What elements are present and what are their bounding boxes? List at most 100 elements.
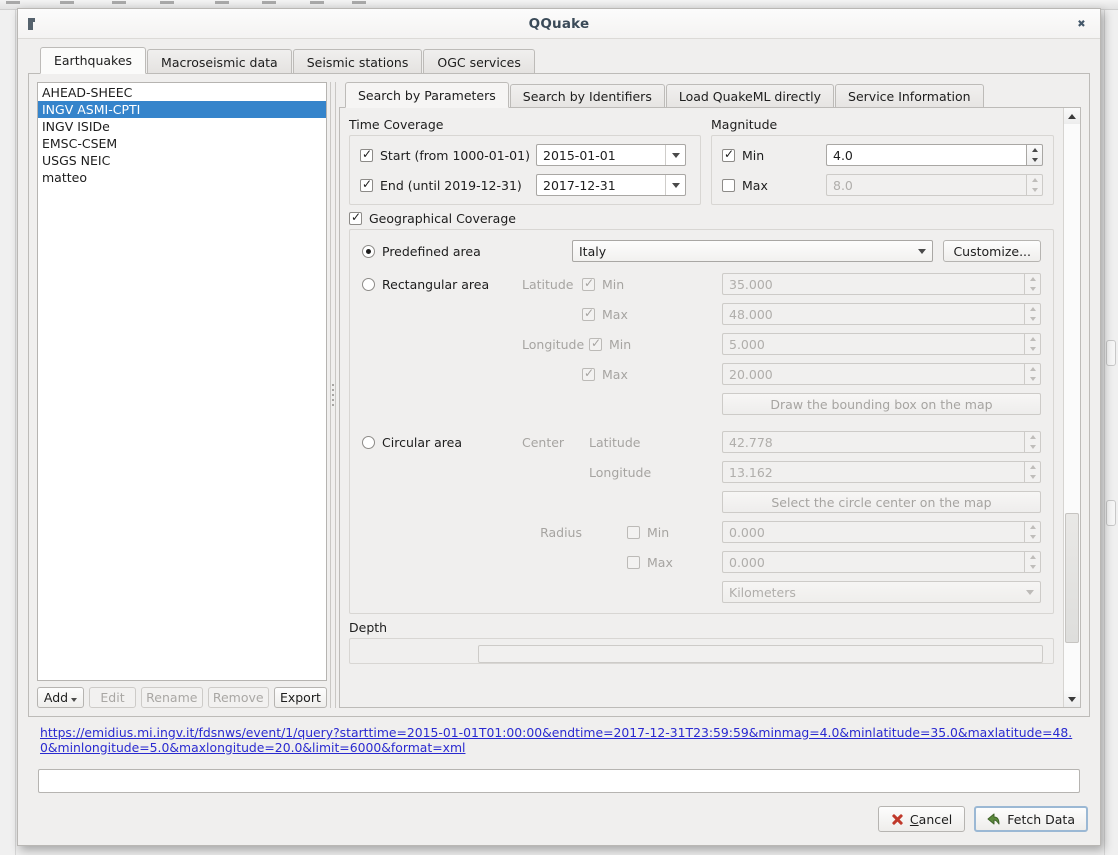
rect-lon-min-value[interactable]: 5.000 — [722, 333, 1024, 355]
stepper-up-icon[interactable] — [1025, 334, 1040, 344]
rect-lat-max-stepper[interactable] — [1024, 303, 1041, 325]
stepper-up-icon[interactable] — [1025, 364, 1040, 374]
rect-lon-max-checkbox[interactable] — [582, 368, 595, 381]
stepper-down-icon[interactable] — [1025, 284, 1040, 294]
scroll-up-icon[interactable] — [1064, 108, 1080, 124]
tab-ogc-services[interactable]: OGC services — [423, 49, 535, 74]
magnitude-min-checkbox[interactable] — [722, 149, 735, 162]
stepper-up-icon[interactable] — [1025, 274, 1040, 284]
stepper-down-icon[interactable] — [1025, 532, 1040, 542]
tab-earthquakes[interactable]: Earthquakes — [40, 47, 146, 74]
start-date-checkbox[interactable] — [360, 149, 373, 162]
circle-center-lat-value[interactable]: 42.778 — [722, 431, 1024, 453]
radius-min-checkbox[interactable] — [627, 526, 640, 539]
cancel-button[interactable]: Cancel — [878, 806, 965, 832]
rect-lat-min-value[interactable]: 35.000 — [722, 273, 1024, 295]
end-date-input[interactable]: 2017-12-31 — [536, 174, 686, 196]
radius-min-stepper[interactable] — [1024, 521, 1041, 543]
stepper-down-icon[interactable] — [1025, 562, 1040, 572]
depth-field[interactable] — [478, 645, 1043, 663]
tab-service-information[interactable]: Service Information — [835, 84, 984, 108]
query-url-link[interactable]: https://emidius.mi.ingv.it/fdsnws/event/… — [40, 726, 1080, 755]
pane-splitter[interactable] — [327, 82, 339, 708]
stepper-down-icon[interactable] — [1027, 155, 1042, 165]
magnitude-max-stepper[interactable] — [1026, 174, 1043, 196]
rect-lon-min-spinbox[interactable]: 5.000 — [722, 333, 1041, 355]
stepper-up-icon[interactable] — [1025, 522, 1040, 532]
remove-button[interactable]: Remove — [208, 687, 269, 708]
end-date-checkbox[interactable] — [360, 179, 373, 192]
rect-lon-max-spinbox[interactable]: 20.000 — [722, 363, 1041, 385]
magnitude-max-value[interactable]: 8.0 — [826, 174, 1026, 196]
stepper-up-icon[interactable] — [1027, 175, 1042, 185]
tab-load-quakeml-directly[interactable]: Load QuakeML directly — [666, 84, 834, 108]
radius-min-spinbox[interactable]: 0.000 — [722, 521, 1041, 543]
magnitude-min-value[interactable]: 4.0 — [826, 144, 1026, 166]
radius-min-value[interactable]: 0.000 — [722, 521, 1024, 543]
stepper-down-icon[interactable] — [1025, 442, 1040, 452]
list-item[interactable]: INGV ASMI-CPTI — [38, 101, 326, 118]
radius-units-select[interactable]: Kilometers — [722, 581, 1041, 603]
list-item[interactable]: USGS NEIC — [38, 152, 326, 169]
stepper-down-icon[interactable] — [1027, 185, 1042, 195]
radius-max-value[interactable]: 0.000 — [722, 551, 1024, 573]
rename-button[interactable]: Rename — [141, 687, 203, 708]
rect-lon-min-checkbox[interactable] — [589, 338, 602, 351]
list-item[interactable]: matteo — [38, 169, 326, 186]
circle-center-lon-stepper[interactable] — [1024, 461, 1041, 483]
tab-macroseismic-data[interactable]: Macroseismic data — [147, 49, 292, 74]
status-field[interactable] — [38, 769, 1080, 793]
rect-lat-min-checkbox[interactable] — [582, 278, 595, 291]
rect-lon-max-stepper[interactable] — [1024, 363, 1041, 385]
geographical-coverage-checkbox[interactable] — [349, 212, 362, 225]
rect-lat-max-value[interactable]: 48.000 — [722, 303, 1024, 325]
rect-lat-max-checkbox[interactable] — [582, 308, 595, 321]
tab-search-by-parameters[interactable]: Search by Parameters — [345, 82, 509, 108]
scrollbar-thumb[interactable] — [1065, 513, 1079, 643]
circle-center-lon-spinbox[interactable]: 13.162 — [722, 461, 1041, 483]
service-list[interactable]: AHEAD-SHEEC INGV ASMI-CPTI INGV ISIDe EM… — [37, 82, 327, 681]
add-button[interactable]: Add — [37, 687, 84, 708]
stepper-up-icon[interactable] — [1025, 432, 1040, 442]
stepper-up-icon[interactable] — [1025, 462, 1040, 472]
magnitude-min-spinbox[interactable]: 4.0 — [826, 144, 1043, 166]
rectangular-area-radio[interactable] — [362, 278, 375, 291]
stepper-up-icon[interactable] — [1027, 145, 1042, 155]
magnitude-max-spinbox[interactable]: 8.0 — [826, 174, 1043, 196]
tab-search-by-identifiers[interactable]: Search by Identifiers — [510, 84, 665, 108]
select-circle-center-button[interactable]: Select the circle center on the map — [722, 491, 1041, 513]
list-item[interactable]: AHEAD-SHEEC — [38, 84, 326, 101]
radius-max-checkbox[interactable] — [627, 556, 640, 569]
rect-lon-max-value[interactable]: 20.000 — [722, 363, 1024, 385]
stepper-down-icon[interactable] — [1025, 314, 1040, 324]
draw-bounding-box-button[interactable]: Draw the bounding box on the map — [722, 393, 1041, 415]
radius-max-stepper[interactable] — [1024, 551, 1041, 573]
circular-area-radio[interactable] — [362, 436, 375, 449]
stepper-down-icon[interactable] — [1025, 344, 1040, 354]
rect-lon-min-stepper[interactable] — [1024, 333, 1041, 355]
vertical-scrollbar[interactable] — [1063, 108, 1080, 707]
stepper-down-icon[interactable] — [1025, 472, 1040, 482]
magnitude-min-stepper[interactable] — [1026, 144, 1043, 166]
magnitude-max-checkbox[interactable] — [722, 179, 735, 192]
predefined-area-select[interactable]: Italy — [572, 240, 933, 262]
stepper-up-icon[interactable] — [1025, 304, 1040, 314]
export-button[interactable]: Export — [274, 687, 327, 708]
predefined-area-radio[interactable] — [362, 245, 375, 258]
tab-seismic-stations[interactable]: Seismic stations — [293, 49, 423, 74]
close-icon[interactable]: ✖ — [1077, 20, 1086, 29]
circle-center-lat-spinbox[interactable]: 42.778 — [722, 431, 1041, 453]
circle-center-lon-value[interactable]: 13.162 — [722, 461, 1024, 483]
rect-lat-min-stepper[interactable] — [1024, 273, 1041, 295]
rect-lat-min-spinbox[interactable]: 35.000 — [722, 273, 1041, 295]
list-item[interactable]: INGV ISIDe — [38, 118, 326, 135]
stepper-down-icon[interactable] — [1025, 374, 1040, 384]
edit-button[interactable]: Edit — [89, 687, 136, 708]
scroll-down-icon[interactable] — [1064, 691, 1080, 707]
stepper-up-icon[interactable] — [1025, 552, 1040, 562]
list-item[interactable]: EMSC-CSEM — [38, 135, 326, 152]
circle-center-lat-stepper[interactable] — [1024, 431, 1041, 453]
customize-button[interactable]: Customize... — [943, 240, 1041, 262]
fetch-data-button[interactable]: Fetch Data — [974, 806, 1088, 832]
start-date-input[interactable]: 2015-01-01 — [536, 144, 686, 166]
